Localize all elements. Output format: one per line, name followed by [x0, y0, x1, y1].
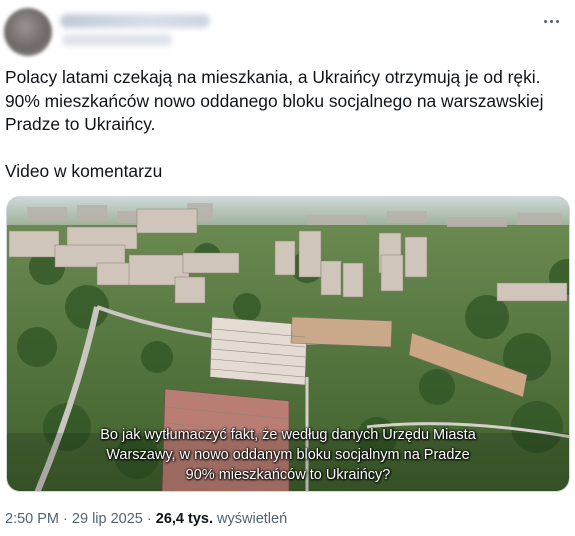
post-text: Polacy latami czekają na mieszkania, a U… [5, 66, 565, 184]
subtitle-line: Warszawy, w nowo oddanym bloku socjalnym… [106, 447, 470, 463]
post-text-line: Pradze to Ukraińcy. [5, 114, 156, 134]
more-options-button[interactable] [537, 10, 565, 32]
views-count: 26,4 tys. [155, 511, 214, 527]
meta-separator: · [146, 511, 152, 527]
post-date: 29 lip 2025 [71, 511, 143, 527]
post-time: 2:50 PM [5, 511, 59, 527]
subtitle-line: 90% mieszkańców to Ukraińcy? [185, 467, 391, 483]
more-horizontal-icon [542, 19, 560, 23]
avatar[interactable] [4, 8, 52, 56]
views-label: wyświetleń [217, 511, 288, 527]
post-meta: 2:50 PM · 29 lip 2025 · 26,4 tys. wyświe… [5, 511, 287, 527]
subtitle-line: Bo jak wytłumaczyć fakt, że według danyc… [100, 427, 476, 443]
post-text-line: 90% mieszkańców nowo oddanego bloku socj… [5, 90, 544, 111]
post-timestamp[interactable]: 2:50 PM · 29 lip 2025 [5, 511, 143, 527]
blurred-display-name[interactable] [60, 14, 210, 28]
video-media[interactable]: Bo jak wytłumaczyć fakt, że według danyc… [6, 196, 570, 492]
post-text-line: Polacy latami czekają na mieszkania, a U… [5, 67, 541, 87]
post-text-footer: Video w komentarzu [5, 161, 163, 181]
post-header [0, 0, 575, 62]
meta-separator: · [63, 511, 68, 527]
blurred-handle[interactable] [62, 34, 172, 46]
video-subtitles: Bo jak wytłumaczyć fakt, że według danyc… [7, 425, 569, 485]
